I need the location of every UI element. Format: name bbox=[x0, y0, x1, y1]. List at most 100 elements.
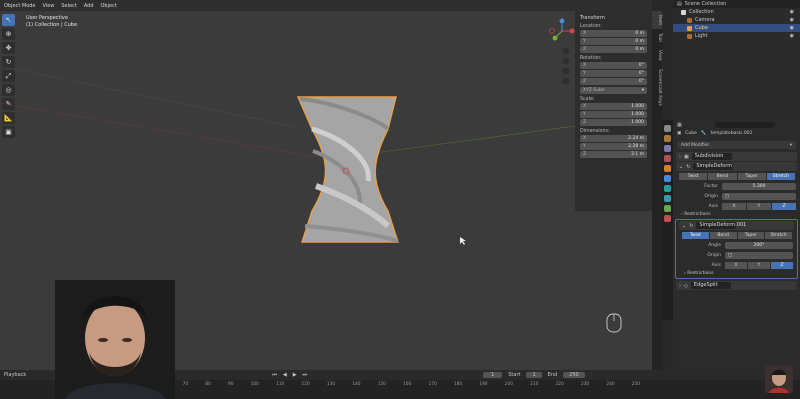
scale-y-field[interactable]: Y 1.000 bbox=[580, 111, 647, 118]
presenter-thumbnail-image bbox=[765, 366, 793, 393]
light-icon bbox=[687, 33, 692, 39]
angle-field[interactable]: 200° bbox=[725, 241, 793, 249]
axis-z-button[interactable]: Z bbox=[772, 202, 796, 210]
scale-z-field[interactable]: Z 1.000 bbox=[580, 119, 647, 126]
play-reverse-icon[interactable]: ◀ bbox=[283, 372, 287, 378]
factor-row: Factor 5.300 bbox=[677, 182, 796, 190]
dimensions-y-field[interactable]: Y 2.28 m bbox=[580, 143, 647, 150]
restrictions-subpanel[interactable]: › Restrictions bbox=[684, 271, 789, 276]
location-y-field[interactable]: Y0 m bbox=[580, 38, 647, 45]
particles-tab-icon[interactable] bbox=[664, 185, 671, 192]
modifier-tab-icon[interactable] bbox=[664, 175, 671, 182]
outliner-item-light[interactable]: Light ◉ bbox=[673, 32, 800, 40]
axis-z-button[interactable]: Z bbox=[771, 261, 793, 269]
origin-row: Origin ▢ bbox=[677, 192, 796, 200]
eye-icon[interactable]: ◉ bbox=[790, 25, 794, 31]
render-tab-icon[interactable] bbox=[664, 135, 671, 142]
axis-x-button[interactable]: X bbox=[722, 202, 746, 210]
menu-object[interactable]: Object bbox=[101, 3, 117, 9]
expand-chevron-icon[interactable]: › bbox=[679, 154, 681, 160]
jump-start-icon[interactable]: ⏮ bbox=[272, 372, 277, 378]
dimensions-x-field[interactable]: X 2.24 m bbox=[580, 135, 647, 142]
playback-menu[interactable]: Playback bbox=[4, 372, 26, 378]
object-tab-icon[interactable] bbox=[664, 165, 671, 172]
collapse-chevron-icon[interactable]: ⌄ bbox=[682, 223, 686, 229]
material-tab-icon[interactable] bbox=[664, 215, 671, 222]
add-modifier-button[interactable]: Add Modifier ▾ bbox=[677, 141, 796, 149]
scale-x-field[interactable]: X 1.000 bbox=[580, 103, 647, 110]
mode-taper[interactable]: Taper bbox=[737, 232, 766, 239]
presenter-thumbnail bbox=[765, 366, 793, 393]
mode-stretch[interactable]: Stretch bbox=[765, 232, 793, 239]
mode-bend[interactable]: Bend bbox=[709, 232, 738, 239]
axis-y-button[interactable]: Y bbox=[747, 202, 771, 210]
wrench-icon: 🔧 bbox=[700, 131, 707, 136]
sidebar-tabs: Item Tool View Screencast Keys bbox=[652, 11, 662, 370]
rotation-x-field[interactable]: X 0° bbox=[580, 62, 647, 69]
origin-row: Origin ▢ bbox=[680, 251, 793, 259]
tab-view[interactable]: View bbox=[652, 46, 662, 65]
properties-editor: ▦ ▣ Cube 🔧 templatebasic.001 Add Modifie… bbox=[673, 120, 800, 399]
object-icon: ▣ bbox=[677, 131, 682, 136]
eye-icon[interactable]: ◉ bbox=[790, 33, 794, 39]
modifier-simpledeform-header[interactable]: ⌄ ↻ SimpleDeform bbox=[676, 162, 797, 171]
outliner-item-collection[interactable]: Collection ◉ bbox=[673, 8, 800, 16]
output-tab-icon[interactable] bbox=[664, 145, 671, 152]
location-label: Location: bbox=[580, 24, 602, 29]
restrictions-subpanel[interactable]: › Restrictions bbox=[681, 212, 792, 217]
simpledeform-icon: ↻ bbox=[689, 222, 694, 229]
mode-taper[interactable]: Taper bbox=[737, 173, 767, 180]
scene-tab-icon[interactable] bbox=[664, 155, 671, 162]
axis-y-button[interactable]: Y bbox=[748, 261, 770, 269]
tab-tool[interactable]: Tool bbox=[652, 29, 662, 46]
tool-tab-icon[interactable] bbox=[664, 125, 671, 132]
rotation-mode-dropdown[interactable]: XYZ Euler ▾ bbox=[580, 87, 647, 94]
scene-collection-icon: ▤ bbox=[677, 1, 682, 7]
axis-row: Axis X Y Z bbox=[680, 261, 793, 269]
axis-row: Axis X Y Z bbox=[677, 202, 796, 210]
eye-icon[interactable]: ◉ bbox=[790, 9, 794, 15]
modifier-subdivision-header[interactable]: › ▣ Subdivision bbox=[676, 152, 797, 161]
jump-end-icon[interactable]: ⏭ bbox=[303, 372, 308, 378]
angle-row: Angle 200° bbox=[680, 241, 793, 249]
mode-twist[interactable]: Twist bbox=[679, 173, 709, 180]
origin-field[interactable]: ▢ bbox=[725, 251, 793, 259]
mode-selector[interactable]: Object Mode bbox=[4, 3, 36, 9]
data-tab-icon[interactable] bbox=[664, 205, 671, 212]
tab-screencast-keys[interactable]: Screencast Keys bbox=[652, 65, 662, 110]
eye-icon[interactable]: ◉ bbox=[790, 17, 794, 23]
editor-type-icon[interactable]: ▦ bbox=[677, 122, 682, 128]
origin-field[interactable]: ▢ bbox=[722, 192, 796, 200]
start-frame-field[interactable]: 1 bbox=[526, 372, 542, 378]
dimensions-z-field[interactable]: Z 3.1 m bbox=[580, 151, 647, 158]
tab-item[interactable]: Item bbox=[652, 11, 662, 30]
factor-field[interactable]: 5.300 bbox=[722, 182, 796, 190]
menu-add[interactable]: Add bbox=[84, 3, 94, 9]
sidebar-transform-panel: Transform Location: X0 m Y0 m Z0 m Rotat… bbox=[575, 11, 652, 211]
menu-view[interactable]: View bbox=[43, 3, 55, 9]
end-frame-field[interactable]: 250 bbox=[563, 372, 585, 378]
collapse-chevron-icon[interactable]: ⌄ bbox=[679, 164, 683, 170]
timeline-ruler[interactable]: 6070809010011012013014015016017018019020… bbox=[160, 382, 640, 387]
modifier-edgesplit-header[interactable]: › ◇ EdgeSplit bbox=[676, 281, 797, 290]
outliner-item-camera[interactable]: Camera ◉ bbox=[673, 16, 800, 24]
menu-select[interactable]: Select bbox=[61, 3, 76, 9]
mode-stretch[interactable]: Stretch bbox=[766, 173, 796, 180]
play-icon[interactable]: ▶ bbox=[293, 372, 297, 378]
current-frame-field[interactable]: 1 bbox=[483, 372, 503, 378]
axis-x-button[interactable]: X bbox=[725, 261, 747, 269]
outliner-item-cube[interactable]: Cube ◉ bbox=[673, 24, 800, 32]
modifier-simpledeform001-header[interactable]: ⌄ ↻ SimpleDeform.001 bbox=[679, 221, 794, 230]
dimensions-label: Dimensions: bbox=[580, 129, 610, 134]
mode-twist[interactable]: Twist bbox=[682, 232, 710, 239]
physics-tab-icon[interactable] bbox=[664, 195, 671, 202]
location-z-field[interactable]: Z0 m bbox=[580, 46, 647, 53]
rotation-y-field[interactable]: Y 0° bbox=[580, 70, 647, 77]
rotation-z-field[interactable]: Z 0° bbox=[580, 78, 647, 85]
simpledeform-mode-selector: Twist Bend Taper Stretch bbox=[679, 173, 796, 180]
location-x-field[interactable]: X0 m bbox=[580, 30, 647, 37]
mode-bend[interactable]: Bend bbox=[708, 173, 738, 180]
search-input[interactable] bbox=[714, 121, 775, 128]
panel-title: Transform bbox=[580, 15, 605, 21]
expand-chevron-icon[interactable]: › bbox=[679, 283, 681, 289]
